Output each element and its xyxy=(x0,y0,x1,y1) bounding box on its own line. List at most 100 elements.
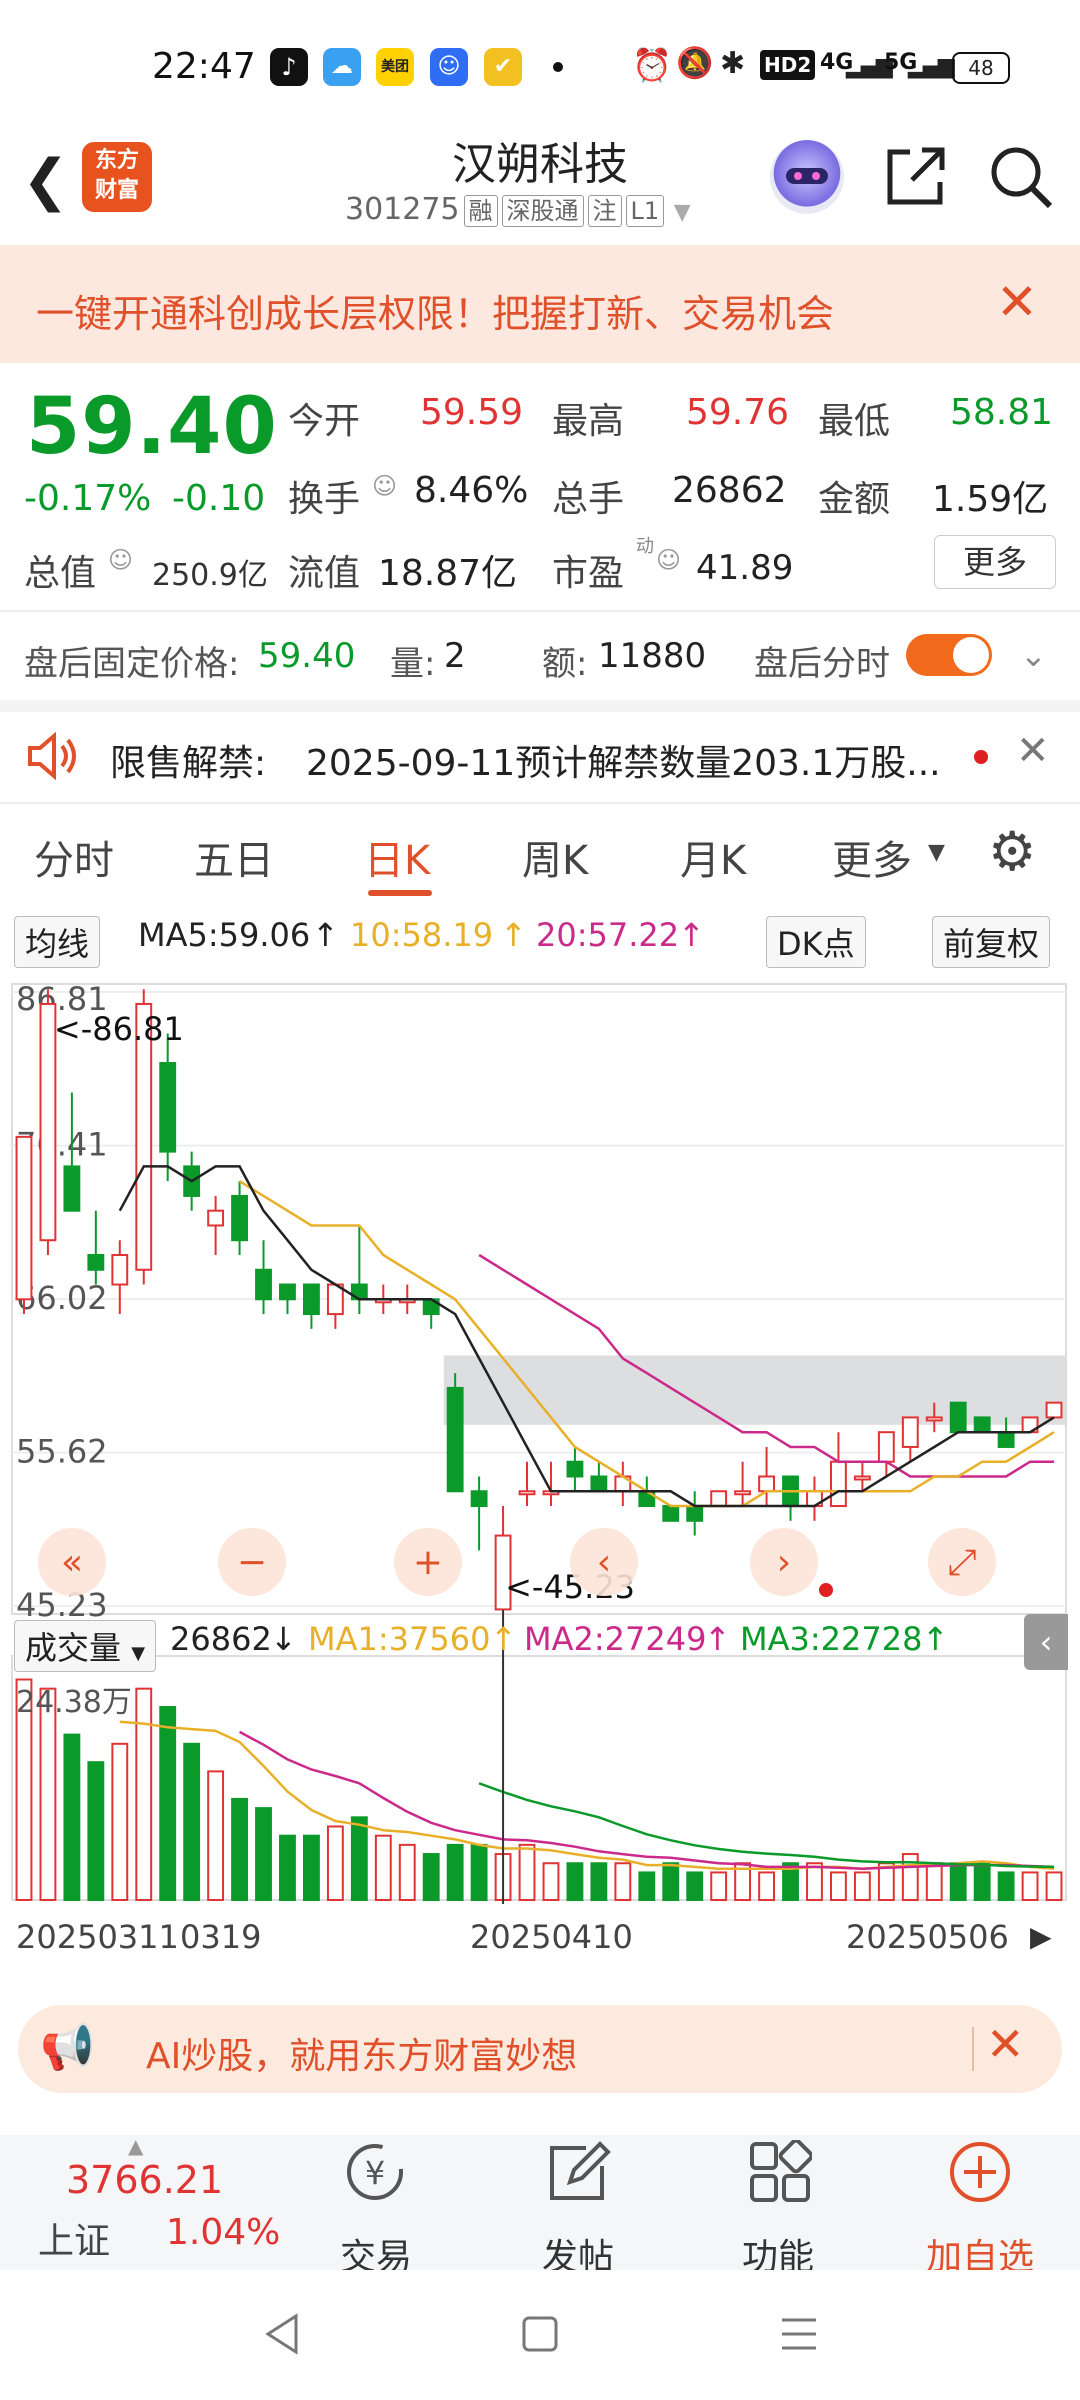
volume-bar xyxy=(901,1853,919,1902)
grid-icon[interactable] xyxy=(748,2140,812,2204)
open-label: 今开 xyxy=(288,401,361,442)
divider xyxy=(0,700,1080,712)
promo-banner[interactable]: 一键开通科创成长层权限！把握打新、交易机会 ✕ xyxy=(0,245,1080,363)
volume-bar xyxy=(638,1871,656,1901)
candle-body xyxy=(111,1253,129,1286)
close-icon[interactable]: ✕ xyxy=(1016,728,1050,774)
edit-icon[interactable] xyxy=(546,2140,612,2204)
after-price-value: 59.40 xyxy=(258,636,356,676)
volume-indicator-label: 成交量 xyxy=(25,1629,122,1667)
float-value: 18.87亿 xyxy=(378,553,518,594)
speaker-icon xyxy=(28,732,76,780)
yen-swap-icon[interactable]: ¥ xyxy=(340,2140,410,2204)
close-icon[interactable]: ✕ xyxy=(986,2017,1025,2071)
candle-body xyxy=(925,1416,943,1422)
info-icon[interactable]: ☺ xyxy=(656,546,681,574)
volume-bar xyxy=(87,1761,105,1902)
candle-body xyxy=(973,1416,991,1434)
volume-bar xyxy=(925,1862,943,1901)
index-change[interactable]: 1.04% xyxy=(166,2212,280,2253)
info-icon[interactable]: ☺ xyxy=(372,472,397,500)
resistance-band xyxy=(443,1355,1067,1425)
unlock-notice[interactable]: 限售解禁: 2025-09-11预计解禁数量203.1万股... ✕ xyxy=(0,712,1080,802)
candle-body xyxy=(877,1431,895,1463)
mktcap-value: 250.9亿 xyxy=(152,558,268,593)
add-circle-icon[interactable] xyxy=(948,2140,1012,2204)
tab-daily-k[interactable]: 日K xyxy=(364,828,430,886)
close-icon[interactable]: ✕ xyxy=(996,273,1038,331)
chevron-down-icon[interactable]: ⌄ xyxy=(1020,636,1047,674)
tab-five-day[interactable]: 五日 xyxy=(194,828,274,886)
vol-ma3-line xyxy=(478,1782,1055,1869)
robot-avatar-icon[interactable] xyxy=(770,140,844,214)
pe-value: 41.89 xyxy=(696,548,794,588)
candle-body xyxy=(303,1283,320,1316)
info-icon[interactable]: ☺ xyxy=(108,546,133,574)
divider xyxy=(972,2027,974,2071)
volume-bar xyxy=(830,1871,847,1901)
volume-bar xyxy=(63,1733,81,1901)
x-tick-label: 0319 xyxy=(180,1918,261,1956)
index-value[interactable]: 3766.21 xyxy=(66,2158,223,2202)
volume-bar xyxy=(1021,1871,1039,1901)
next-icon: › xyxy=(777,1542,791,1583)
x-tick-label: 20250410 xyxy=(470,1918,633,1956)
volume-bar xyxy=(853,1871,871,1901)
volume-bar xyxy=(949,1862,967,1901)
change-value: -0.10 xyxy=(172,478,266,519)
caret-down-icon: ▼ xyxy=(131,1643,146,1664)
volume-bar xyxy=(159,1706,177,1902)
volume-label: 总手 xyxy=(552,479,625,520)
next-page-icon: ▶ xyxy=(1030,1920,1052,1953)
volume-bar xyxy=(590,1862,608,1901)
stock-code-line[interactable]: 301275 融深股通注 L1 ▼ xyxy=(345,192,691,227)
volume-bar xyxy=(303,1834,320,1902)
vol-ma1-legend: MA1:37560 xyxy=(308,1620,491,1658)
max-price-marker: <-86.81 xyxy=(54,1010,184,1048)
tag-registered: 注 xyxy=(587,195,622,227)
tab-monthly-k[interactable]: 月K xyxy=(680,828,746,886)
megaphone-icon: 📢 xyxy=(40,2022,95,2073)
kline-chart[interactable]: 86.8176.4166.0255.6245.23<-86.81<-45.23«… xyxy=(0,960,1080,2010)
volume-bar xyxy=(758,1871,775,1901)
candle-body xyxy=(446,1386,464,1493)
candle-body xyxy=(255,1268,272,1301)
ma5-legend: MA5:59.06 xyxy=(138,916,311,954)
volume-bar xyxy=(710,1871,728,1901)
more-button[interactable]: 更多 xyxy=(934,535,1056,589)
float-label: 流值 xyxy=(288,553,361,594)
ai-ad-strip[interactable]: 📢 AI炒股，就用东方财富妙想 ✕ xyxy=(18,2005,1062,2093)
index-name[interactable]: 上证 xyxy=(38,2212,110,2264)
search-icon[interactable] xyxy=(988,144,1054,210)
candle-body xyxy=(710,1490,728,1508)
rewind-icon: « xyxy=(61,1542,83,1583)
volume-bar xyxy=(614,1862,632,1901)
volume-indicator-selector[interactable]: 成交量 ▼ xyxy=(14,1620,157,1672)
status-time: 22:47 xyxy=(152,46,256,87)
weather-icon: ☁ xyxy=(323,48,361,86)
gear-icon[interactable]: ⚙ xyxy=(988,820,1036,883)
home-square-icon[interactable] xyxy=(520,2314,560,2354)
collapse-panel-button[interactable]: ‹ xyxy=(1024,1614,1068,1670)
tab-timeshare[interactable]: 分时 xyxy=(34,828,114,886)
chat-app-icon: ☺ xyxy=(430,48,468,86)
volume-bar xyxy=(255,1807,272,1901)
volume-bar xyxy=(470,1843,488,1902)
open-value: 59.59 xyxy=(420,392,524,433)
fullscreen-icon: ⤢ xyxy=(948,1542,977,1583)
candle-body xyxy=(686,1505,704,1522)
signal-bars-icon: ▂▄▆ xyxy=(908,54,955,79)
tag-connect: 深股通 xyxy=(501,195,584,227)
after-hours-toggle[interactable] xyxy=(906,634,992,676)
tab-weekly-k[interactable]: 周K xyxy=(522,828,588,886)
battery-level: 48 xyxy=(968,56,994,80)
low-value: 58.81 xyxy=(950,392,1054,433)
tab-more[interactable]: 更多 xyxy=(832,828,912,886)
arrow-up-icon: ↑ xyxy=(312,916,339,954)
share-icon[interactable] xyxy=(884,144,948,208)
hd-icon: HD2 xyxy=(760,50,816,80)
high-value: 59.76 xyxy=(686,392,790,433)
volume-bar xyxy=(326,1825,344,1901)
back-triangle-icon[interactable] xyxy=(262,2312,302,2356)
menu-lines-icon[interactable] xyxy=(778,2314,820,2354)
